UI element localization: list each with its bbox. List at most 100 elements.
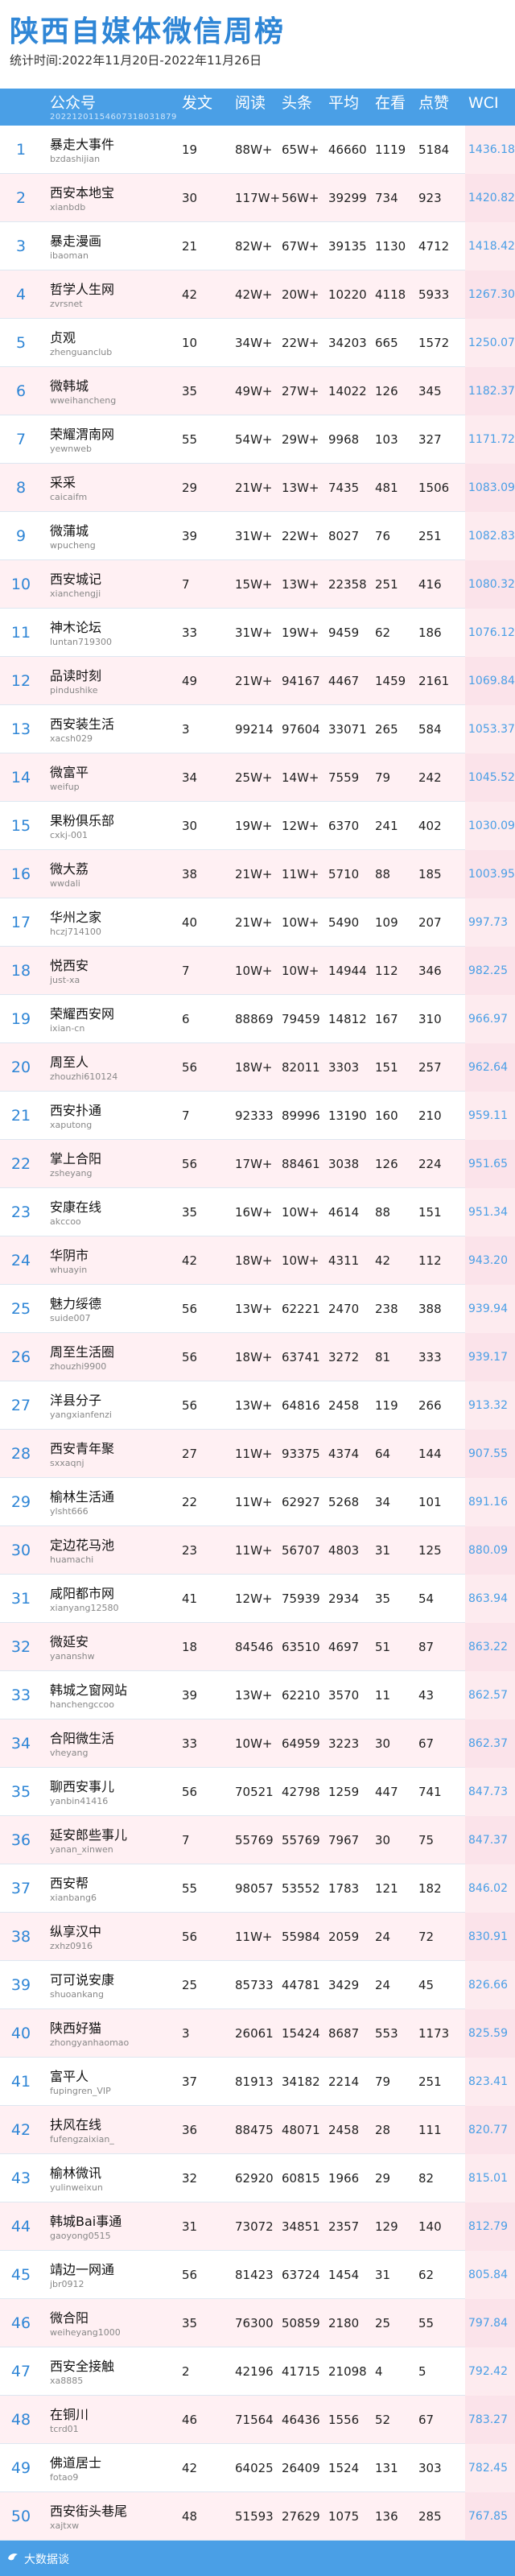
row-wci: 863.22 <box>465 1623 515 1671</box>
row-headline: 63724 <box>282 2268 320 2282</box>
row-account-name: 定边花马池 <box>50 1538 115 1553</box>
table-row: 24 华阴市 whuayin 42 18W+ 10W+ 4311 42 112 943.20 <box>0 1236 515 1285</box>
row-rank: 45 <box>10 2266 31 2284</box>
row-posts: 2 <box>182 2364 190 2379</box>
row-looking: 734 <box>375 191 398 205</box>
row-headline: 15424 <box>282 2026 320 2041</box>
row-posts: 35 <box>182 384 198 398</box>
row-wci: 1053.37 <box>465 705 515 753</box>
row-account-name: 韩城Bai事通 <box>50 2214 122 2229</box>
row-rank: 9 <box>15 527 27 545</box>
row-headline: 19W+ <box>282 625 319 640</box>
row-looking: 79 <box>375 770 391 785</box>
row-likes: 584 <box>418 722 442 737</box>
row-account-name: 陕西好猫 <box>50 2021 102 2036</box>
row-account-name: 可可说安康 <box>50 1972 115 1988</box>
row-headline: 12W+ <box>282 819 319 833</box>
row-posts: 38 <box>182 867 198 881</box>
row-reads: 88W+ <box>235 142 273 157</box>
row-average: 13190 <box>328 1108 367 1123</box>
row-rank: 17 <box>10 914 31 931</box>
row-likes: 388 <box>418 1302 442 1316</box>
row-account-name: 悦西安 <box>50 958 89 973</box>
row-account-name: 微富平 <box>50 765 89 780</box>
row-headline: 65W+ <box>282 142 319 157</box>
row-looking: 160 <box>375 1108 398 1123</box>
row-wci: 880.09 <box>465 1526 515 1575</box>
row-account-name: 合阳微生活 <box>50 1731 115 1746</box>
row-account-name: 荣耀西安网 <box>50 1006 115 1022</box>
row-account-id: whuayin <box>50 1265 88 1275</box>
row-reads: 55769 <box>235 1833 274 1847</box>
row-average: 7435 <box>328 481 360 495</box>
row-account-id: shuoankang <box>50 1989 104 2000</box>
row-likes: 5933 <box>418 287 450 302</box>
row-account-id: xianchengji <box>50 588 101 599</box>
row-average: 4803 <box>328 1543 360 1558</box>
row-wci: 846.02 <box>465 1864 515 1913</box>
row-account-name: 富平人 <box>50 2069 89 2084</box>
row-average: 1259 <box>328 1785 360 1799</box>
row-looking: 251 <box>375 577 398 592</box>
row-rank: 33 <box>10 1686 31 1704</box>
row-reads: 82W+ <box>235 239 273 254</box>
table-row: 44 韩城Bai事通 gaoyong0515 31 73072 34851 2357 129 1… <box>0 2202 515 2251</box>
row-posts: 25 <box>182 1978 198 1992</box>
row-headline: 22W+ <box>282 336 319 350</box>
row-likes: 5 <box>418 2364 426 2379</box>
table-row: 21 西安扑通 xaputong 7 92333 89996 13190 160 210 959.… <box>0 1092 515 1140</box>
row-rank: 50 <box>10 2508 31 2525</box>
row-looking: 76 <box>375 529 391 543</box>
row-headline: 88461 <box>282 1157 320 1171</box>
row-headline: 29W+ <box>282 432 319 447</box>
row-looking: 4118 <box>375 287 406 302</box>
row-looking: 88 <box>375 867 391 881</box>
row-account-id: zsheyang <box>50 1168 93 1179</box>
row-average: 1524 <box>328 2461 360 2475</box>
table-row: 18 悦西安 just-xa 7 10W+ 10W+ 14944 112 346 982.25 <box>0 947 515 995</box>
row-likes: 2161 <box>418 674 450 688</box>
row-account-id: zhenguanclub <box>50 347 113 357</box>
row-reads: 88869 <box>235 1012 274 1026</box>
row-reads: 70521 <box>235 1785 274 1799</box>
row-posts: 7 <box>182 577 190 592</box>
row-likes: 1173 <box>418 2026 450 2041</box>
row-account-name: 神木论坛 <box>50 620 102 635</box>
row-rank: 32 <box>10 1638 31 1656</box>
row-rank: 26 <box>10 1348 31 1366</box>
row-account-id: xaputong <box>50 1120 93 1130</box>
row-account-name: 延安郎些事儿 <box>50 1827 128 1843</box>
table-row: 29 榆林生活通 ylsht666 22 11W+ 62927 5268 34 101 891.1… <box>0 1478 515 1526</box>
row-headline: 20W+ <box>282 287 319 302</box>
row-wci: 825.59 <box>465 2009 515 2058</box>
row-average: 14812 <box>328 1012 367 1026</box>
footer-brand: 大数据谈 <box>8 2551 69 2567</box>
row-wci: 783.27 <box>465 2396 515 2444</box>
row-likes: 207 <box>418 915 442 930</box>
row-posts: 56 <box>182 1398 198 1413</box>
row-posts: 33 <box>182 625 198 640</box>
row-rank: 7 <box>15 431 27 448</box>
row-account-id: ylsht666 <box>50 1506 89 1517</box>
table-header: 公众号 20221201154607318031879 发文 阅读 头条 平均 … <box>0 89 515 126</box>
row-posts: 22 <box>182 1495 198 1509</box>
row-account-id: yanbin41416 <box>50 1796 109 1806</box>
row-account-name: 掌上合阳 <box>50 1151 102 1166</box>
row-likes: 67 <box>418 2413 435 2427</box>
row-account-id: zxhz0916 <box>50 1941 93 1951</box>
row-average: 3038 <box>328 1157 360 1171</box>
row-looking: 136 <box>375 2509 398 2524</box>
row-headline: 13W+ <box>282 481 319 495</box>
row-account-name: 西安本地宝 <box>50 185 115 200</box>
row-posts: 7 <box>182 1833 190 1847</box>
row-account-name: 哲学人生网 <box>50 282 115 297</box>
row-account-id: xianyang12580 <box>50 1603 119 1613</box>
row-average: 3303 <box>328 1060 360 1075</box>
row-looking: 42 <box>375 1253 391 1268</box>
row-reads: 11W+ <box>235 1447 273 1461</box>
row-rank: 47 <box>10 2363 31 2380</box>
row-headline: 62927 <box>282 1495 320 1509</box>
row-headline: 26409 <box>282 2461 320 2475</box>
row-headline: 22W+ <box>282 529 319 543</box>
row-headline: 62210 <box>282 1688 320 1703</box>
